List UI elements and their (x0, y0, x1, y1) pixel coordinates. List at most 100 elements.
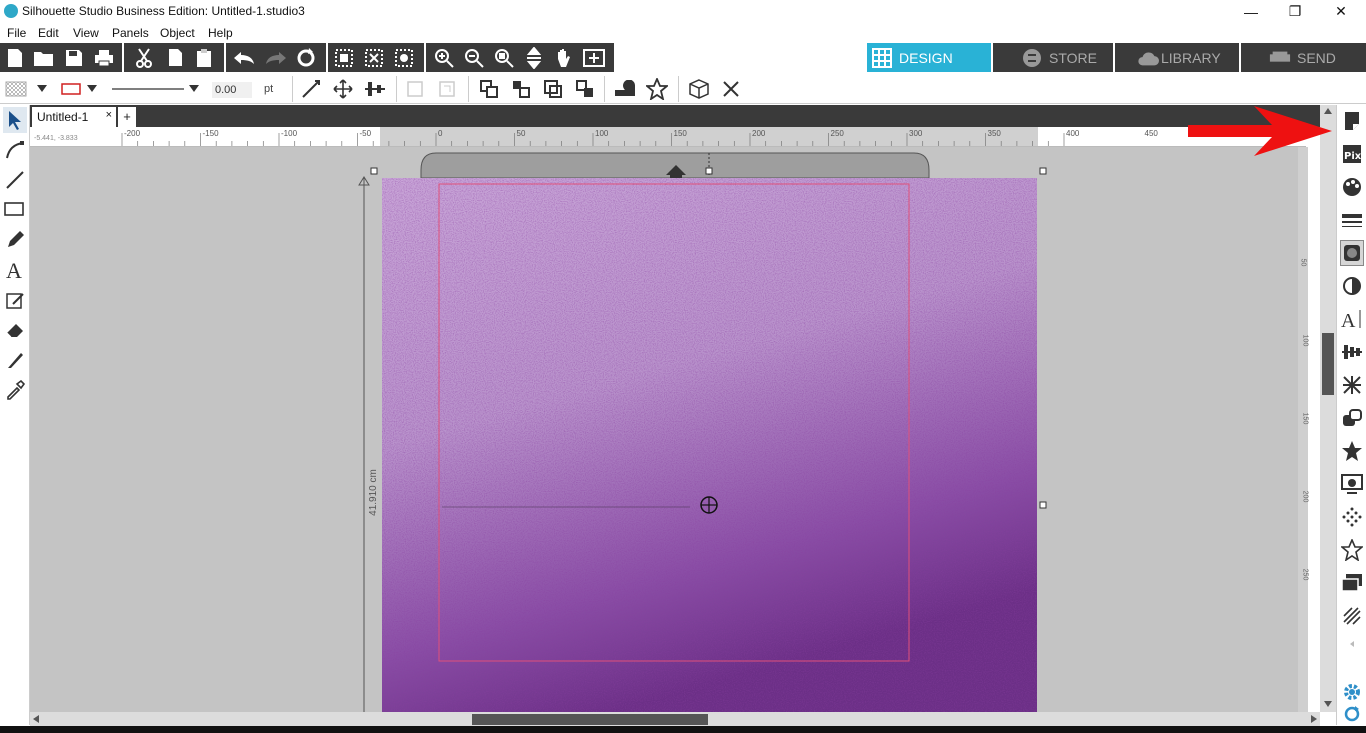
glitter-image[interactable] (382, 178, 1037, 712)
horizontal-scroll-thumb (472, 714, 708, 725)
transform-icon[interactable] (298, 76, 324, 102)
menu-view[interactable]: View (73, 26, 99, 40)
open-folder-icon[interactable] (32, 46, 56, 70)
menu-file[interactable]: File (7, 26, 26, 40)
fit-page-icon[interactable] (582, 46, 606, 70)
select-all-icon[interactable] (332, 46, 356, 70)
fill-pattern-swatch[interactable] (4, 76, 36, 102)
zoom-out-icon[interactable] (462, 46, 486, 70)
svg-text:Pix: Pix (1344, 151, 1362, 162)
line-width-input[interactable] (212, 82, 252, 98)
pan-hand-icon[interactable] (552, 46, 576, 70)
sync-icon[interactable] (1340, 701, 1364, 727)
zoom-select-icon[interactable] (492, 46, 516, 70)
document-tab-label: Untitled-1 (37, 110, 89, 124)
send-icon (1269, 47, 1291, 69)
ruler-label: 0 (438, 129, 443, 138)
eraser-tool-icon[interactable] (3, 317, 27, 343)
scissors-icon[interactable] (132, 46, 156, 70)
tab-design[interactable]: DESIGN (867, 43, 991, 72)
contrast-icon[interactable] (1340, 273, 1364, 299)
move-icon[interactable] (330, 76, 356, 102)
line-style-icon[interactable] (1340, 207, 1364, 233)
select-arrow-icon[interactable] (3, 107, 27, 133)
line-tool-icon[interactable] (3, 167, 27, 193)
line-style-dropdown-icon[interactable] (186, 76, 202, 102)
group-icon[interactable] (402, 76, 428, 102)
fill-dropdown-icon[interactable] (34, 76, 50, 102)
close-tab-icon[interactable]: × (106, 109, 112, 121)
favorite-star-icon[interactable] (1340, 537, 1364, 563)
deselect-icon[interactable] (362, 46, 386, 70)
align-panel-icon[interactable] (1340, 339, 1364, 365)
document-tab[interactable]: Untitled-1 × (32, 107, 116, 127)
fit-to-window-icon[interactable] (522, 46, 546, 70)
edit-image-icon[interactable] (3, 287, 27, 313)
send-to-back-icon[interactable] (572, 76, 598, 102)
add-tab-button[interactable]: + (118, 107, 136, 127)
menu-panels[interactable]: Panels (112, 26, 149, 40)
restore-button[interactable]: ❐ (1272, 0, 1318, 23)
eyedropper-tool-icon[interactable] (3, 377, 27, 403)
layers-panel-icon[interactable] (1340, 570, 1364, 596)
minimize-button[interactable]: — (1228, 0, 1274, 23)
image-effects-icon[interactable] (1340, 240, 1364, 266)
zoom-in-icon[interactable] (432, 46, 456, 70)
canvas-drawing (358, 152, 1047, 712)
delete-icon[interactable] (718, 76, 744, 102)
replicate-star-icon[interactable] (1340, 438, 1364, 464)
page-setup-icon[interactable] (1340, 108, 1364, 134)
vertical-scrollbar[interactable] (1320, 105, 1336, 712)
pixscan-icon[interactable]: Pix (1340, 141, 1364, 167)
redraw-icon[interactable] (294, 46, 318, 70)
ruler-label: 200 (752, 129, 766, 138)
undo-icon[interactable] (232, 46, 256, 70)
copy-icon[interactable] (162, 46, 186, 70)
design-canvas[interactable]: 41.910 cm (30, 147, 1306, 712)
vertical-scroll-thumb (1322, 333, 1334, 395)
transform-panel-icon[interactable] (1340, 372, 1364, 398)
tab-store[interactable]: STORE (993, 43, 1113, 72)
trace-panel-icon[interactable] (1340, 471, 1364, 497)
text-style-icon[interactable]: A (1340, 306, 1364, 332)
right-ruler-label: 100 (1301, 334, 1309, 347)
text-tool-icon[interactable]: A (3, 257, 27, 283)
modify-panel-icon[interactable] (1340, 405, 1364, 431)
offset-dots-icon[interactable] (1340, 504, 1364, 530)
sketch-fill-icon[interactable] (1340, 603, 1364, 629)
history-tools-group (226, 43, 326, 72)
weld-icon[interactable] (612, 76, 638, 102)
silhouette-logo-icon (4, 4, 18, 18)
3d-box-icon[interactable] (686, 76, 712, 102)
menu-object[interactable]: Object (160, 26, 195, 40)
align-icon[interactable] (362, 76, 388, 102)
document-tab-bar: Untitled-1 × + (30, 105, 1336, 127)
knife-tool-icon[interactable] (3, 347, 27, 373)
paste-icon[interactable] (192, 46, 216, 70)
tab-library[interactable]: LIBRARY (1115, 43, 1239, 72)
save-icon[interactable] (62, 46, 86, 70)
menu-edit[interactable]: Edit (38, 26, 59, 40)
horizontal-scrollbar[interactable] (30, 712, 1320, 726)
menu-help[interactable]: Help (208, 26, 233, 40)
new-document-icon[interactable] (3, 46, 27, 70)
redo-icon[interactable] (264, 46, 288, 70)
send-backward-icon[interactable] (540, 76, 566, 102)
tab-send[interactable]: SEND (1241, 43, 1366, 72)
color-palette-icon[interactable] (1340, 174, 1364, 200)
print-icon[interactable] (92, 46, 116, 70)
rectangle-tool-icon[interactable] (3, 197, 27, 223)
ruler-label: -200 (124, 129, 141, 138)
line-color-swatch[interactable] (58, 76, 84, 102)
ungroup-icon[interactable] (434, 76, 460, 102)
point-edit-icon[interactable] (3, 137, 27, 163)
line-color-dropdown-icon[interactable] (84, 76, 100, 102)
close-button[interactable]: ✕ (1318, 0, 1364, 23)
pencil-tool-icon[interactable] (3, 227, 27, 253)
bring-forward-icon[interactable] (508, 76, 534, 102)
collapse-arrow-icon[interactable] (1340, 631, 1364, 657)
select-by-color-icon[interactable] (392, 46, 416, 70)
bring-to-front-icon[interactable] (476, 76, 502, 102)
star-shape-icon[interactable] (644, 76, 670, 102)
line-style-selector[interactable] (108, 76, 188, 102)
